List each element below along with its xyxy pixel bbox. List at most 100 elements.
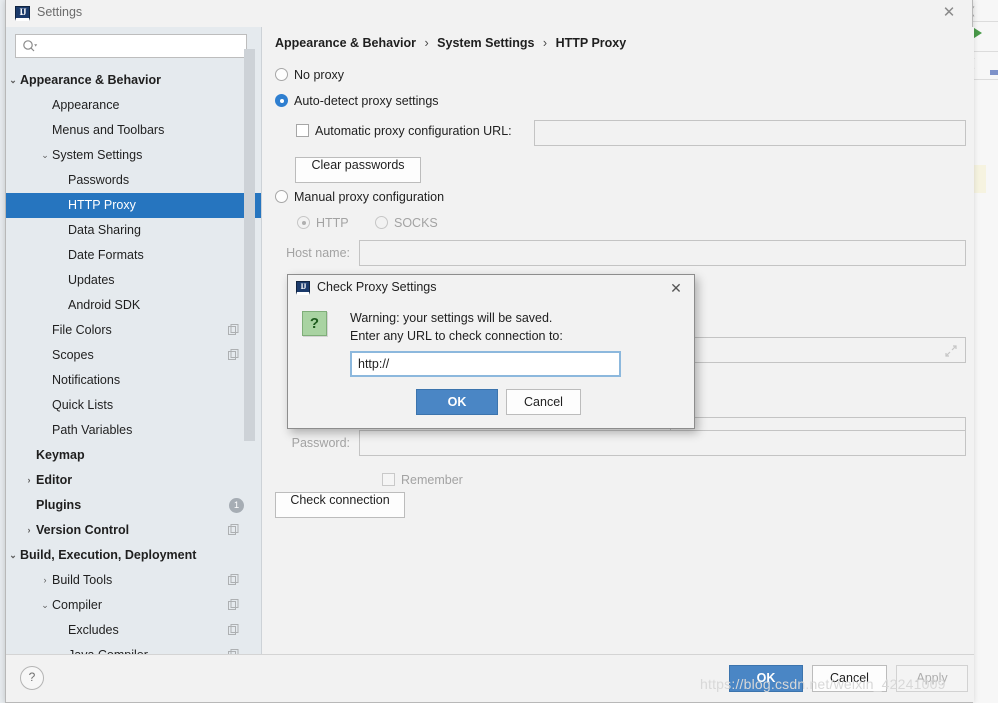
check-proxy-settings-dialog: IJ Check Proxy Settings ✕ ? Warning: you…	[287, 274, 695, 429]
sidebar-item-label: Appearance & Behavior	[20, 73, 162, 87]
sidebar-item-label: System Settings	[52, 148, 143, 162]
sidebar-item-file-colors[interactable]: File Colors	[6, 318, 261, 343]
breadcrumb-part-2[interactable]: System Settings	[437, 36, 534, 50]
copy-settings-icon[interactable]	[228, 349, 239, 360]
radio-label-http: HTTP	[316, 216, 349, 230]
checkbox-remember[interactable]: Remember	[382, 473, 463, 487]
dialog-ok-button[interactable]: OK	[416, 389, 498, 415]
sidebar-item-label: Android SDK	[68, 298, 141, 312]
radio-label-no-proxy: No proxy	[294, 68, 345, 82]
sidebar-item-label: Excludes	[68, 623, 119, 637]
search-input[interactable]	[42, 35, 244, 59]
question-icon: ?	[302, 311, 327, 336]
check-connection-button[interactable]: Check connection	[275, 492, 405, 518]
sidebar-item-updates[interactable]: Updates	[6, 268, 261, 293]
sidebar-item-label: Date Formats	[68, 248, 144, 262]
radio-indicator-manual-proxy[interactable]	[275, 190, 288, 203]
window-title: Settings	[37, 5, 83, 19]
radio-http[interactable]: HTTP	[297, 216, 349, 230]
host-name-input[interactable]	[359, 240, 966, 266]
ok-button[interactable]: OK	[729, 665, 803, 692]
sidebar-scrollbar-thumb[interactable]	[244, 49, 255, 441]
radio-indicator-http[interactable]	[297, 216, 310, 229]
sidebar-item-keymap[interactable]: Keymap	[6, 443, 261, 468]
cancel-button[interactable]: Cancel	[812, 665, 887, 692]
radio-indicator-socks[interactable]	[375, 216, 388, 229]
sidebar-item-quick-lists[interactable]: Quick Lists	[6, 393, 261, 418]
dialog-message-line-1: Warning: your settings will be saved.	[350, 311, 553, 325]
sidebar-item-label: Notifications	[52, 373, 121, 387]
sidebar-item-notifications[interactable]: Notifications	[6, 368, 261, 393]
sidebar-item-http-proxy[interactable]: HTTP Proxy	[6, 193, 261, 218]
sidebar-item-menus-and-toolbars[interactable]: Menus and Toolbars	[6, 118, 261, 143]
clear-passwords-button[interactable]: Clear passwords	[295, 157, 421, 183]
search-box[interactable]	[15, 34, 247, 59]
settings-tree: ⌄ Appearance & Behavior Appearance Menus an…	[6, 68, 261, 655]
radio-auto-detect-proxy[interactable]: Auto-detect proxy settings	[275, 94, 439, 108]
password-input[interactable]	[359, 430, 966, 456]
sidebar-item-appearance[interactable]: Appearance	[6, 93, 261, 118]
radio-no-proxy[interactable]: No proxy	[275, 68, 344, 82]
breadcrumb-separator-icon: ›	[424, 36, 429, 50]
sidebar-item-label: Editor	[36, 473, 73, 487]
sidebar-item-label: File Colors	[52, 323, 112, 337]
dialog-message-line-2: Enter any URL to check connection to:	[350, 329, 563, 343]
copy-settings-icon[interactable]	[228, 624, 239, 635]
radio-indicator-no-proxy[interactable]	[275, 68, 288, 81]
help-button[interactable]: ?	[20, 666, 44, 690]
sidebar-item-appearance-behavior[interactable]: ⌄ Appearance & Behavior	[6, 68, 261, 93]
checkbox-auto-config-url[interactable]: Automatic proxy configuration URL:	[296, 124, 512, 138]
sidebar-item-excludes[interactable]: Excludes	[6, 618, 261, 643]
sidebar-item-label: Compiler	[52, 598, 103, 612]
chevron-down-icon[interactable]: ⌄	[6, 68, 20, 93]
sidebar-item-path-variables[interactable]: Path Variables	[6, 418, 261, 443]
checkbox-indicator-remember[interactable]	[382, 473, 395, 486]
sidebar-item-scopes[interactable]: Scopes	[6, 343, 261, 368]
checkbox-indicator-auto-config-url[interactable]	[296, 124, 309, 137]
sidebar-item-label: HTTP Proxy	[68, 198, 136, 212]
sidebar-item-passwords[interactable]: Passwords	[6, 168, 261, 193]
chevron-down-icon[interactable]: ⌄	[38, 143, 52, 168]
no-proxy-for-input[interactable]	[670, 337, 966, 363]
close-icon[interactable]: ✕	[932, 2, 966, 24]
sidebar-item-plugins[interactable]: Plugins 1	[6, 493, 261, 518]
expand-icon[interactable]	[945, 345, 957, 357]
chevron-down-icon[interactable]: ⌄	[38, 593, 52, 618]
checkbox-label-remember: Remember	[401, 473, 463, 487]
copy-settings-icon[interactable]	[228, 599, 239, 610]
sidebar-item-label: Updates	[68, 273, 115, 287]
window-title-bar: IJ Settings ✕	[6, 0, 972, 27]
close-icon[interactable]: ✕	[666, 279, 686, 298]
sidebar-item-data-sharing[interactable]: Data Sharing	[6, 218, 261, 243]
copy-settings-icon[interactable]	[228, 524, 239, 535]
background-marker	[990, 70, 998, 75]
sidebar-item-build-tools[interactable]: › Build Tools	[6, 568, 261, 593]
sidebar-item-editor[interactable]: › Editor	[6, 468, 261, 493]
sidebar-item-date-formats[interactable]: Date Formats	[6, 243, 261, 268]
chevron-down-icon[interactable]: ⌄	[6, 543, 20, 568]
url-input[interactable]	[350, 351, 621, 377]
radio-socks[interactable]: SOCKS	[375, 216, 438, 230]
radio-indicator-auto-detect[interactable]	[275, 94, 288, 107]
intellij-idea-icon: IJ	[296, 281, 310, 295]
radio-manual-proxy[interactable]: Manual proxy configuration	[275, 190, 444, 204]
chevron-right-icon[interactable]: ›	[38, 568, 52, 593]
sidebar-item-label: Data Sharing	[68, 223, 141, 237]
sidebar-item-android-sdk[interactable]: Android SDK	[6, 293, 261, 318]
sidebar-item-build-execution-deployment[interactable]: ⌄ Build, Execution, Deployment	[6, 543, 261, 568]
sidebar-item-label: Path Variables	[52, 423, 133, 437]
sidebar-item-system-settings[interactable]: ⌄ System Settings	[6, 143, 261, 168]
auto-config-url-input[interactable]	[534, 120, 966, 146]
copy-settings-icon[interactable]	[228, 574, 239, 585]
dialog-cancel-button[interactable]: Cancel	[506, 389, 581, 415]
chevron-right-icon[interactable]: ›	[22, 518, 36, 543]
breadcrumb-part-1[interactable]: Appearance & Behavior	[275, 36, 416, 50]
sidebar-item-version-control[interactable]: › Version Control	[6, 518, 261, 543]
radio-label-auto-detect: Auto-detect proxy settings	[294, 94, 439, 108]
settings-sidebar: ⌄ Appearance & Behavior Appearance Menus an…	[6, 27, 261, 655]
chevron-right-icon[interactable]: ›	[22, 468, 36, 493]
sidebar-item-compiler[interactable]: ⌄ Compiler	[6, 593, 261, 618]
dialog-button-bar: ? OK Cancel Apply	[6, 654, 974, 702]
copy-settings-icon[interactable]	[228, 324, 239, 335]
sidebar-scrollbar-track[interactable]	[244, 27, 258, 614]
